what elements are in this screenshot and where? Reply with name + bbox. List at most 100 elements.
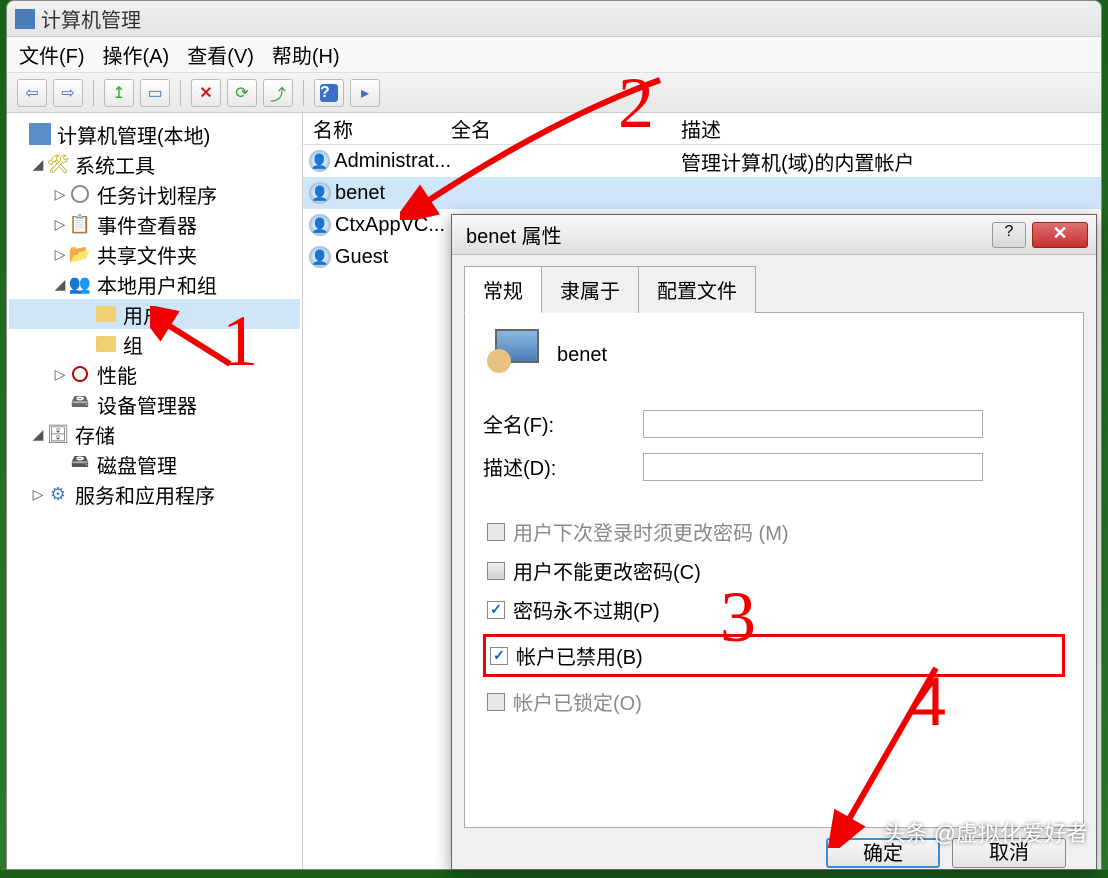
show-hide-button[interactable]: ▭: [140, 79, 170, 107]
help-icon: ?: [320, 84, 338, 102]
tab-memberof[interactable]: 隶属于: [541, 266, 639, 313]
event-icon: 📋: [69, 213, 91, 235]
back-button[interactable]: ⇦: [17, 79, 47, 107]
tab-profile[interactable]: 配置文件: [638, 266, 756, 313]
toolbar: ⇦ ⇨ ↥ ▭ ✕ ⟳ ⤴ ? ▸: [7, 73, 1101, 113]
computer-icon: [29, 123, 51, 145]
help-icon: ?: [1005, 223, 1014, 240]
user-name: benet: [557, 344, 607, 367]
export-button[interactable]: ⤴: [263, 79, 293, 107]
tree-label: 性能: [97, 360, 137, 389]
tree-shared-folders[interactable]: ▷ 📂 共享文件夹: [9, 239, 300, 269]
help-button[interactable]: ?: [314, 79, 344, 107]
tree-disk-management[interactable]: 🖴 磁盘管理: [9, 449, 300, 479]
device-icon: 🖴: [69, 393, 91, 415]
row-desc: 管理计算机(域)的内置帐户: [681, 147, 1101, 176]
tree-label: 组: [123, 330, 143, 359]
tree-label: 共享文件夹: [97, 240, 197, 269]
tree-users[interactable]: 用户: [9, 299, 300, 329]
properties-dialog: benet 属性 ? ✕ 常规 隶属于 配置文件 benet 全名(F): 描述…: [451, 214, 1097, 870]
watermark-text: 头条 @虚拟化爱好者: [884, 816, 1088, 848]
row-name: benet: [335, 182, 385, 205]
checkbox-icon: [490, 647, 508, 665]
user-icon: 👤: [309, 246, 331, 268]
expander-icon[interactable]: ▷: [53, 216, 67, 233]
up-button[interactable]: ↥: [104, 79, 134, 107]
folder-icon: [95, 303, 117, 325]
menu-action[interactable]: 操作(A): [103, 40, 170, 69]
checkbox-label: 用户下次登录时须更改密码 (M): [513, 517, 789, 546]
dialog-body: 常规 隶属于 配置文件 benet 全名(F): 描述(D):: [452, 255, 1096, 878]
checkbox-icon: [487, 562, 505, 580]
tree-event-viewer[interactable]: ▷ 📋 事件查看器: [9, 209, 300, 239]
tree-root[interactable]: 计算机管理(本地): [9, 119, 300, 149]
checkbox-row-cant-change[interactable]: 用户不能更改密码(C): [487, 556, 1065, 585]
performance-icon: [69, 363, 91, 385]
expander-icon[interactable]: ▷: [53, 186, 67, 203]
tree-system-tools[interactable]: ◢ 🛠 系统工具: [9, 149, 300, 179]
checkbox-row-never-expire[interactable]: 密码永不过期(P): [487, 595, 1065, 624]
services-icon: ⚙: [47, 483, 69, 505]
tree-label: 设备管理器: [97, 390, 197, 419]
expander-icon[interactable]: ▷: [53, 246, 67, 263]
tree-services-apps[interactable]: ▷ ⚙ 服务和应用程序: [9, 479, 300, 509]
fullname-label: 全名(F):: [483, 409, 643, 438]
menubar: 文件(F) 操作(A) 查看(V) 帮助(H): [7, 37, 1101, 73]
refresh-button[interactable]: ⟳: [227, 79, 257, 107]
expander-icon[interactable]: ◢: [31, 426, 45, 443]
navigation-tree: 计算机管理(本地) ◢ 🛠 系统工具 ▷ 任务计划程序 ▷ 📋 事件查看器 ▷ …: [7, 113, 303, 869]
properties-button[interactable]: ▸: [350, 79, 380, 107]
expander-icon[interactable]: ▷: [53, 366, 67, 383]
expander-icon[interactable]: ◢: [53, 276, 67, 293]
separator: [93, 80, 94, 106]
checkbox-row-must-change: 用户下次登录时须更改密码 (M): [487, 517, 1065, 546]
tree-groups[interactable]: 组: [9, 329, 300, 359]
col-fullname[interactable]: 全名: [451, 114, 681, 143]
tab-general[interactable]: 常规: [464, 266, 542, 313]
app-icon: [15, 9, 35, 29]
tree-task-scheduler[interactable]: ▷ 任务计划程序: [9, 179, 300, 209]
menu-file[interactable]: 文件(F): [19, 40, 85, 69]
tree-performance[interactable]: ▷ 性能: [9, 359, 300, 389]
tree-label: 系统工具: [75, 150, 155, 179]
user-icon: 👤: [309, 182, 331, 204]
list-row-administrator[interactable]: 👤Administrat... 管理计算机(域)的内置帐户: [303, 145, 1101, 177]
properties-icon: ▸: [361, 83, 369, 103]
shared-icon: 📂: [69, 243, 91, 265]
checkbox-row-disabled[interactable]: 帐户已禁用(B): [483, 634, 1065, 677]
export-icon: ⤴: [270, 81, 286, 105]
tools-icon: 🛠: [47, 153, 69, 175]
expander-icon[interactable]: ◢: [31, 156, 45, 173]
description-row: 描述(D):: [483, 452, 1065, 481]
separator: [303, 80, 304, 106]
col-name[interactable]: 名称: [303, 114, 451, 143]
fullname-input[interactable]: [643, 410, 983, 438]
dialog-titlebar[interactable]: benet 属性 ? ✕: [452, 215, 1096, 255]
menu-view[interactable]: 查看(V): [187, 40, 254, 69]
dialog-close-button[interactable]: ✕: [1032, 222, 1088, 248]
menu-help[interactable]: 帮助(H): [272, 40, 340, 69]
checkbox-label: 用户不能更改密码(C): [513, 556, 701, 585]
dialog-title: benet 属性: [466, 220, 992, 249]
dialog-help-button[interactable]: ?: [992, 222, 1026, 248]
forward-button[interactable]: ⇨: [53, 79, 83, 107]
tree-device-manager[interactable]: 🖴 设备管理器: [9, 389, 300, 419]
row-name: Administrat...: [334, 150, 451, 173]
tree-local-users[interactable]: ◢ 👥 本地用户和组: [9, 269, 300, 299]
window-title: 计算机管理: [41, 4, 141, 33]
tree-label: 计算机管理(本地): [57, 120, 210, 149]
checkbox-icon: [487, 601, 505, 619]
checkbox-label: 帐户已锁定(O): [513, 687, 642, 716]
tree-label: 本地用户和组: [97, 270, 217, 299]
delete-button[interactable]: ✕: [191, 79, 221, 107]
forward-icon: ⇨: [61, 83, 74, 103]
col-description[interactable]: 描述: [681, 114, 1101, 143]
description-input[interactable]: [643, 453, 983, 481]
checkbox-label: 密码永不过期(P): [513, 595, 660, 624]
expander-icon[interactable]: ▷: [31, 486, 45, 503]
tree-label: 任务计划程序: [97, 180, 217, 209]
list-row-benet[interactable]: 👤benet: [303, 177, 1101, 209]
tree-label: 用户: [123, 300, 163, 329]
list-header: 名称 全名 描述: [303, 113, 1101, 145]
tree-storage[interactable]: ◢ 🗄 存储: [9, 419, 300, 449]
